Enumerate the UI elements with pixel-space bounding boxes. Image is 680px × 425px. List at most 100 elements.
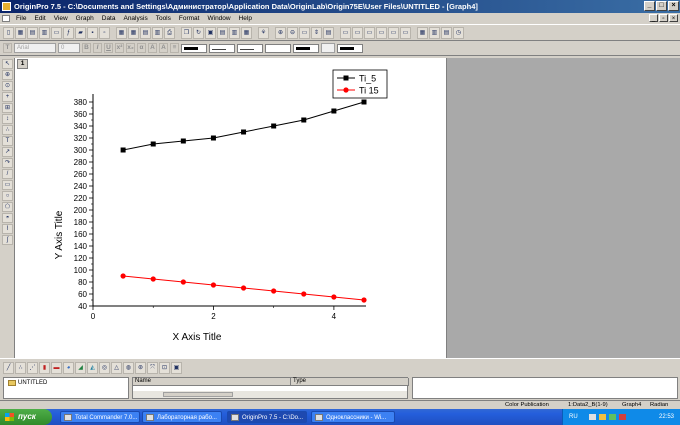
region-tool-icon[interactable]: ◓ — [2, 213, 13, 223]
pattern-select[interactable] — [321, 43, 335, 53]
menu-help[interactable]: Help — [235, 15, 256, 22]
x-axis-title[interactable]: X Axis Title — [173, 332, 222, 343]
screen-reader-icon[interactable]: + — [2, 92, 13, 102]
pointer-icon[interactable]: ↖ — [2, 59, 13, 69]
pattern-color-swatch[interactable] — [337, 43, 363, 53]
layer-2-icon[interactable]: ▭ — [352, 26, 363, 39]
bar-plot-icon[interactable]: ▬ — [51, 361, 62, 374]
zoom-icon[interactable]: ⊕ — [2, 70, 13, 80]
line-tool-icon[interactable]: / — [2, 169, 13, 179]
rectangle-tool-icon[interactable]: ▭ — [2, 180, 13, 190]
new-layout-icon[interactable]: ▭ — [51, 26, 62, 39]
underline-button[interactable]: U — [104, 43, 113, 53]
import-multiple-icon[interactable]: ▦ — [128, 26, 139, 39]
y-axis-title[interactable]: Y Axis Title — [54, 210, 65, 259]
duplicate-icon[interactable]: ❐ — [181, 26, 192, 39]
import-wizard-icon[interactable]: ▥ — [152, 26, 163, 39]
box-chart-icon[interactable]: ⊡ — [159, 361, 170, 374]
tray-network-icon[interactable] — [589, 414, 596, 420]
mdi-minimize-button[interactable]: _ — [649, 14, 658, 22]
clock-icon[interactable]: ◷ — [453, 26, 464, 39]
folder-item[interactable]: UNTITLED — [8, 380, 47, 386]
data-point-circle[interactable] — [361, 297, 367, 303]
menu-analysis[interactable]: Analysis — [119, 15, 151, 22]
new-graph-icon[interactable]: ▤ — [27, 26, 38, 39]
legend-icon[interactable]: ▤ — [323, 26, 334, 39]
new-matrix-icon[interactable]: ▥ — [39, 26, 50, 39]
new-function-icon[interactable]: ƒ — [63, 26, 74, 39]
contour-plot-icon[interactable]: ◎ — [99, 361, 110, 374]
merge-icon[interactable]: ▦ — [417, 26, 428, 39]
scatter-plot-icon[interactable]: ∴ — [15, 361, 26, 374]
data-point-circle[interactable] — [271, 288, 277, 294]
project-list[interactable]: Name Type — [132, 377, 409, 399]
arrange-icon[interactable]: ▤ — [441, 26, 452, 39]
import-ascii-icon[interactable]: ▦ — [116, 26, 127, 39]
chart-svg[interactable]: 4060801001201401601802002202402602803003… — [15, 58, 445, 358]
rescale-icon[interactable]: ⇕ — [311, 26, 322, 39]
import-excel-icon[interactable]: ▤ — [140, 26, 151, 39]
data-point-circle[interactable] — [331, 294, 337, 300]
menu-window[interactable]: Window — [203, 15, 234, 22]
extract-icon[interactable]: ▥ — [429, 26, 440, 39]
zoom-in-icon[interactable]: ⊕ — [275, 26, 286, 39]
menu-view[interactable]: View — [50, 15, 72, 22]
add-text-icon[interactable]: ⚘ — [258, 26, 269, 39]
menu-format[interactable]: Format — [175, 15, 204, 22]
layer-3-icon[interactable]: ▭ — [364, 26, 375, 39]
fill-area-icon[interactable]: ◭ — [87, 361, 98, 374]
folder-tree[interactable]: UNTITLED — [3, 377, 129, 399]
refresh-icon[interactable]: ↻ — [193, 26, 204, 39]
open-icon[interactable]: ▰ — [75, 26, 86, 39]
curved-arrow-icon[interactable]: ↷ — [2, 158, 13, 168]
polar-plot-icon[interactable]: ◍ — [123, 361, 134, 374]
task-browser[interactable]: Одноклассники - Wi... — [311, 411, 395, 423]
data-selector-icon[interactable]: ↕ — [2, 114, 13, 124]
decrease-font-icon[interactable]: A — [159, 43, 168, 53]
print-icon[interactable]: ⎙ — [164, 26, 175, 39]
new-worksheet-icon[interactable]: ▦ — [15, 26, 26, 39]
secondary-pane[interactable] — [412, 377, 678, 399]
polygon-tool-icon[interactable]: ⬠ — [2, 202, 13, 212]
greek-icon[interactable]: α — [137, 43, 146, 53]
layer-tab[interactable]: 1 — [17, 59, 28, 69]
zoom-out-icon[interactable]: ⊖ — [287, 26, 298, 39]
menu-edit[interactable]: Edit — [30, 15, 49, 22]
data-point-circle[interactable] — [301, 291, 307, 297]
scroll-thumb[interactable] — [163, 392, 233, 397]
font-color-swatch[interactable] — [181, 43, 207, 53]
subscript-icon[interactable]: x₂ — [126, 43, 135, 53]
graph-doc-icon[interactable] — [2, 15, 10, 22]
data-point-circle[interactable] — [120, 273, 126, 279]
draw-data-icon[interactable]: ∴ — [2, 125, 13, 135]
menu-data[interactable]: Data — [98, 15, 120, 22]
graph-window[interactable]: 1 40 60 80 100 120 140 160 180 200 220 240 260 280 30… — [15, 58, 447, 358]
legend[interactable]: Ti_5 Ti 15 — [332, 69, 388, 99]
circle-tool-icon[interactable]: ○ — [2, 191, 13, 201]
font-size-select[interactable]: 0 — [58, 43, 80, 53]
column-plot-icon[interactable]: ▮ — [39, 361, 50, 374]
smith-chart-icon[interactable]: ⊛ — [135, 361, 146, 374]
language-indicator[interactable]: RU — [569, 409, 578, 425]
fill-color-swatch[interactable] — [265, 43, 291, 53]
data-point-square[interactable] — [331, 108, 337, 114]
line-symbol-icon[interactable]: ⋰ — [27, 361, 38, 374]
maximize-button[interactable]: □ — [656, 1, 667, 11]
data-point-square[interactable] — [150, 141, 156, 147]
data-point-circle[interactable] — [210, 282, 217, 288]
data-point-square[interactable] — [210, 135, 216, 141]
save-icon[interactable]: ▪ — [87, 26, 98, 39]
font-select[interactable]: Arial — [14, 43, 56, 53]
layer-4-icon[interactable]: ▭ — [376, 26, 387, 39]
area-plot-icon[interactable]: ◢ — [75, 361, 86, 374]
data-point-square[interactable] — [180, 138, 186, 144]
zoom-inactive-icon[interactable]: ⊙ — [2, 81, 13, 91]
superscript-icon[interactable]: x² — [115, 43, 124, 53]
bold-button[interactable]: B — [82, 43, 91, 53]
project-explorer-icon[interactable]: ▤ — [217, 26, 228, 39]
align-left-icon[interactable]: ≡ — [170, 43, 179, 53]
layer-6-icon[interactable]: ▭ — [400, 26, 411, 39]
line-plot-icon[interactable]: ╱ — [3, 361, 14, 374]
italic-button[interactable]: I — [93, 43, 102, 53]
code-builder-icon[interactable]: ▣ — [205, 26, 216, 39]
